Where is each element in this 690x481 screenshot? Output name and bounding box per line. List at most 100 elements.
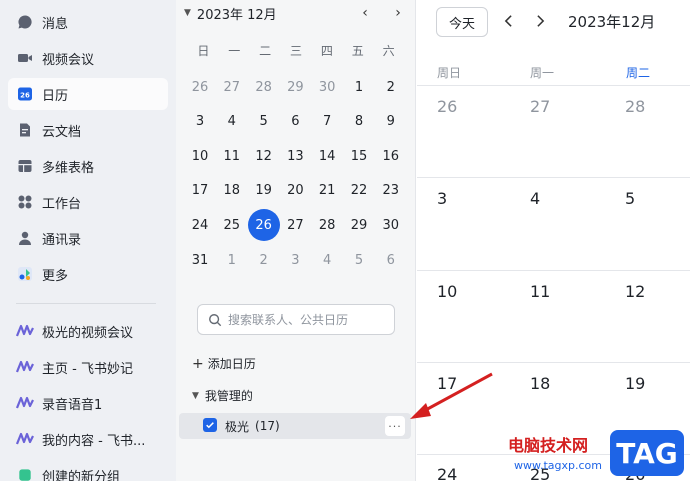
recent-item[interactable]: 录音语音1 (8, 387, 168, 419)
mini-calendar-day-today[interactable]: 26 (247, 209, 280, 242)
calendar-checkbox[interactable] (203, 418, 217, 432)
recent-item-label: 录音语音1 (42, 397, 103, 413)
mini-calendar-day[interactable]: 4 (217, 107, 247, 137)
nav-item-calendar[interactable]: 26 日历 (8, 78, 168, 110)
row-divider (417, 270, 690, 271)
mini-calendar-day[interactable]: 28 (312, 210, 342, 240)
video-icon (16, 49, 34, 67)
mini-calendar-day[interactable]: 30 (376, 210, 406, 240)
search-box[interactable] (197, 304, 395, 335)
mini-next-month-button[interactable]: › (389, 3, 407, 23)
main-calendar-date[interactable]: 28 (625, 97, 645, 116)
table-icon (16, 157, 34, 175)
row-divider (417, 362, 690, 363)
nav-item-label: 工作台 (42, 196, 82, 212)
main-calendar-date[interactable]: 19 (625, 374, 645, 393)
mini-calendar-day[interactable]: 2 (249, 245, 279, 275)
mini-calendar-day[interactable]: 4 (312, 245, 342, 275)
mini-calendar-day[interactable]: 27 (217, 72, 247, 102)
weekday-label: 日 (197, 44, 210, 58)
main-calendar-date[interactable]: 4 (530, 189, 540, 208)
mini-calendar-day[interactable]: 25 (217, 210, 247, 240)
caret-down-icon: ▼ (192, 390, 199, 401)
mini-calendar-day[interactable]: 31 (185, 245, 215, 275)
nav-item-messages[interactable]: 消息 (8, 6, 168, 38)
mini-calendar-day[interactable]: 10 (185, 141, 215, 171)
mini-calendar-day[interactable]: 24 (185, 210, 215, 240)
mini-calendar-day[interactable]: 6 (280, 107, 310, 137)
mini-calendar-day[interactable]: 22 (344, 176, 374, 206)
mini-calendar-day[interactable]: 15 (344, 141, 374, 171)
managed-section-toggle[interactable]: ▼ 我管理的 (192, 387, 253, 404)
nav-item-docs[interactable]: 云文档 (8, 114, 168, 146)
mini-calendar-day[interactable]: 20 (280, 176, 310, 206)
caret-down-icon[interactable]: ▼ (184, 8, 191, 18)
mini-calendar-day[interactable]: 17 (185, 176, 215, 206)
main-calendar-date[interactable]: 18 (530, 374, 550, 393)
mini-calendar-day[interactable]: 11 (217, 141, 247, 171)
mini-calendar-day[interactable]: 3 (280, 245, 310, 275)
mini-prev-month-button[interactable]: ‹ (356, 3, 374, 23)
watermark-site-name: 电脑技术网 (508, 436, 589, 455)
main-calendar-date[interactable]: 5 (625, 189, 635, 208)
add-calendar-button[interactable]: + 添加日历 (192, 355, 256, 372)
mini-calendar-day[interactable]: 6 (376, 245, 406, 275)
mini-calendar-panel: ▼ 2023年 12月 ‹ › 日 一 二 三 四 五 六 26 27 28 29 30… (176, 0, 416, 481)
mini-calendar-day[interactable]: 8 (344, 107, 374, 137)
mini-calendar-day[interactable]: 28 (249, 72, 279, 102)
column-header-monday: 周一 (530, 66, 555, 80)
mini-calendar-day[interactable]: 14 (312, 141, 342, 171)
search-input[interactable] (228, 312, 388, 327)
mini-calendar-day[interactable]: 29 (280, 72, 310, 102)
calendar-entry[interactable]: 极光 (17) ··· (179, 413, 411, 439)
nav-item-base[interactable]: 多维表格 (8, 150, 168, 182)
mini-calendar-day[interactable]: 12 (249, 141, 279, 171)
recent-item[interactable]: 创建的新分组 (8, 459, 168, 481)
mini-calendar-day[interactable]: 16 (376, 141, 406, 171)
main-calendar-date[interactable]: 10 (437, 282, 457, 301)
recent-item[interactable]: 极光的视频会议 (8, 315, 168, 347)
mini-calendar-day[interactable]: 29 (344, 210, 374, 240)
mini-calendar-day[interactable]: 2 (376, 72, 406, 102)
search-icon (209, 313, 222, 326)
today-button[interactable]: 今天 (436, 7, 488, 37)
mini-calendar-day[interactable]: 13 (280, 141, 310, 171)
main-calendar-date[interactable]: 27 (530, 97, 550, 116)
mini-calendar-day[interactable]: 27 (280, 210, 310, 240)
main-calendar-date[interactable]: 26 (437, 97, 457, 116)
mini-calendar-day[interactable]: 18 (217, 176, 247, 206)
main-calendar-date[interactable]: 3 (437, 189, 447, 208)
mini-calendar-day[interactable]: 1 (344, 72, 374, 102)
nav-item-label: 消息 (42, 16, 69, 32)
recent-app-icon (16, 430, 34, 448)
mini-calendar-day[interactable]: 5 (344, 245, 374, 275)
mini-calendar-day[interactable]: 1 (217, 245, 247, 275)
nav-item-video-meeting[interactable]: 视频会议 (8, 42, 168, 74)
main-calendar-date[interactable]: 24 (437, 465, 457, 481)
nav-item-more[interactable]: 更多 (8, 258, 168, 290)
weekday-label: 一 (228, 44, 241, 58)
recent-item[interactable]: 我的内容 - 飞书... (8, 423, 168, 455)
nav-item-label: 多维表格 (42, 160, 95, 176)
column-header-tuesday: 周二 (626, 66, 651, 80)
mini-calendar-day[interactable]: 21 (312, 176, 342, 206)
mini-weekday-header: 日 一 二 三 四 五 六 (188, 42, 404, 59)
mini-calendar-day[interactable]: 3 (185, 107, 215, 137)
mini-calendar-day[interactable]: 23 (376, 176, 406, 206)
weekday-label: 六 (382, 44, 395, 58)
main-calendar-date[interactable]: 11 (530, 282, 550, 301)
contacts-icon (16, 229, 34, 247)
next-month-button[interactable] (531, 11, 549, 31)
main-calendar-date[interactable]: 12 (625, 282, 645, 301)
nav-item-workplace[interactable]: 工作台 (8, 186, 168, 218)
mini-calendar-day[interactable]: 7 (312, 107, 342, 137)
mini-calendar-day[interactable]: 26 (185, 72, 215, 102)
mini-calendar-day[interactable]: 30 (312, 72, 342, 102)
mini-calendar-day[interactable]: 19 (249, 176, 279, 206)
mini-calendar-day[interactable]: 9 (376, 107, 406, 137)
nav-item-contacts[interactable]: 通讯录 (8, 222, 168, 254)
prev-month-button[interactable] (499, 11, 517, 31)
mini-month-label[interactable]: 2023年 12月 (197, 4, 277, 23)
mini-calendar-day[interactable]: 5 (249, 107, 279, 137)
recent-item[interactable]: 主页 - 飞书妙记 (8, 351, 168, 383)
